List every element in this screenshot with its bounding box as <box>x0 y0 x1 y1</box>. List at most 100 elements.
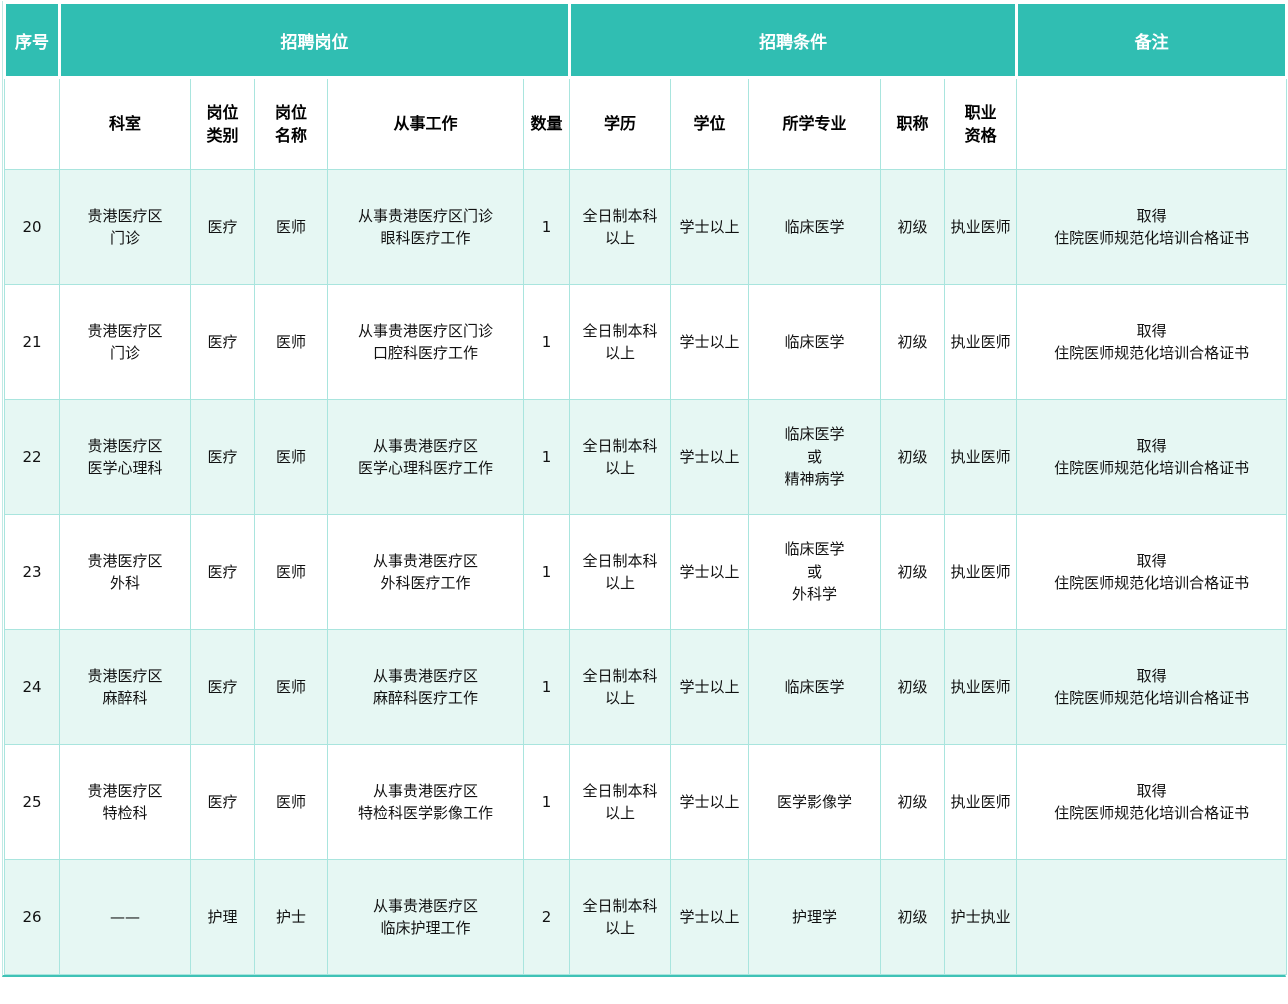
cell-no: 24 <box>5 630 60 745</box>
cell-category: 医疗 <box>191 400 255 515</box>
header-category: 岗位 类别 <box>191 78 255 170</box>
cell-work: 从事贵港医疗区 临床护理工作 <box>328 860 524 975</box>
cell-degree: 学士以上 <box>671 745 749 860</box>
header-qualification: 职业 资格 <box>945 78 1017 170</box>
page: 序号 招聘岗位 招聘条件 备注 科室 岗位 类别 岗位 名称 从事工作 数量 学… <box>0 0 1288 1004</box>
cell-major: 护理学 <box>749 860 881 975</box>
cell-degree: 学士以上 <box>671 400 749 515</box>
cell-title: 初级 <box>881 285 945 400</box>
header-count: 数量 <box>524 78 570 170</box>
cell-degree: 学士以上 <box>671 285 749 400</box>
cell-dept: 贵港医疗区 麻醉科 <box>60 630 191 745</box>
cell-major: 临床医学 <box>749 170 881 285</box>
cell-remark <box>1017 860 1287 975</box>
cell-dept: —— <box>60 860 191 975</box>
cell-no: 23 <box>5 515 60 630</box>
cell-post-name: 医师 <box>255 515 328 630</box>
cell-education: 全日制本科 以上 <box>570 860 671 975</box>
cell-category: 医疗 <box>191 630 255 745</box>
header-group-row: 序号 招聘岗位 招聘条件 备注 <box>5 3 1287 78</box>
cell-post-name: 医师 <box>255 170 328 285</box>
cell-post-name: 医师 <box>255 285 328 400</box>
cell-count: 2 <box>524 860 570 975</box>
cell-title: 初级 <box>881 400 945 515</box>
cell-major: 临床医学 或 外科学 <box>749 515 881 630</box>
cell-degree: 学士以上 <box>671 515 749 630</box>
cell-education: 全日制本科 以上 <box>570 400 671 515</box>
header-education: 学历 <box>570 78 671 170</box>
table-row: 20 贵港医疗区 门诊 医疗 医师 从事贵港医疗区门诊 眼科医疗工作 1 全日制… <box>5 170 1287 285</box>
header-degree: 学位 <box>671 78 749 170</box>
cell-count: 1 <box>524 400 570 515</box>
cell-category: 医疗 <box>191 170 255 285</box>
cell-education: 全日制本科 以上 <box>570 285 671 400</box>
cell-education: 全日制本科 以上 <box>570 170 671 285</box>
table-body: 20 贵港医疗区 门诊 医疗 医师 从事贵港医疗区门诊 眼科医疗工作 1 全日制… <box>5 170 1287 975</box>
cell-no: 21 <box>5 285 60 400</box>
cell-work: 从事贵港医疗区 医学心理科医疗工作 <box>328 400 524 515</box>
cell-count: 1 <box>524 515 570 630</box>
cell-title: 初级 <box>881 860 945 975</box>
header-remark: 备注 <box>1017 3 1287 78</box>
cell-qualification: 执业医师 <box>945 745 1017 860</box>
cell-qualification: 护士执业 <box>945 860 1017 975</box>
header-dept: 科室 <box>60 78 191 170</box>
header-seq: 序号 <box>5 3 60 78</box>
header-recruit-condition-group: 招聘条件 <box>570 3 1017 78</box>
cell-remark: 取得 住院医师规范化培训合格证书 <box>1017 630 1287 745</box>
header-seq-spacer <box>5 78 60 170</box>
cell-work: 从事贵港医疗区门诊 口腔科医疗工作 <box>328 285 524 400</box>
cell-remark: 取得 住院医师规范化培训合格证书 <box>1017 285 1287 400</box>
cell-category: 医疗 <box>191 515 255 630</box>
recruitment-table-container: 序号 招聘岗位 招聘条件 备注 科室 岗位 类别 岗位 名称 从事工作 数量 学… <box>2 1 1286 977</box>
table-row: 22 贵港医疗区 医学心理科 医疗 医师 从事贵港医疗区 医学心理科医疗工作 1… <box>5 400 1287 515</box>
cell-work: 从事贵港医疗区 外科医疗工作 <box>328 515 524 630</box>
cell-remark: 取得 住院医师规范化培训合格证书 <box>1017 170 1287 285</box>
cell-post-name: 医师 <box>255 745 328 860</box>
header-title: 职称 <box>881 78 945 170</box>
cell-post-name: 医师 <box>255 400 328 515</box>
cell-degree: 学士以上 <box>671 860 749 975</box>
cell-degree: 学士以上 <box>671 630 749 745</box>
table-row: 26 —— 护理 护士 从事贵港医疗区 临床护理工作 2 全日制本科 以上 学士… <box>5 860 1287 975</box>
table-row: 23 贵港医疗区 外科 医疗 医师 从事贵港医疗区 外科医疗工作 1 全日制本科… <box>5 515 1287 630</box>
cell-count: 1 <box>524 170 570 285</box>
header-work: 从事工作 <box>328 78 524 170</box>
table-header: 序号 招聘岗位 招聘条件 备注 科室 岗位 类别 岗位 名称 从事工作 数量 学… <box>5 3 1287 170</box>
header-recruit-post-group: 招聘岗位 <box>60 3 570 78</box>
cell-qualification: 执业医师 <box>945 630 1017 745</box>
cell-degree: 学士以上 <box>671 170 749 285</box>
cell-dept: 贵港医疗区 特检科 <box>60 745 191 860</box>
cell-remark: 取得 住院医师规范化培训合格证书 <box>1017 515 1287 630</box>
cell-qualification: 执业医师 <box>945 515 1017 630</box>
cell-dept: 贵港医疗区 医学心理科 <box>60 400 191 515</box>
cell-count: 1 <box>524 630 570 745</box>
cell-major: 临床医学 <box>749 285 881 400</box>
cell-qualification: 执业医师 <box>945 170 1017 285</box>
cell-title: 初级 <box>881 745 945 860</box>
header-major: 所学专业 <box>749 78 881 170</box>
cell-qualification: 执业医师 <box>945 285 1017 400</box>
cell-major: 医学影像学 <box>749 745 881 860</box>
header-post-name: 岗位 名称 <box>255 78 328 170</box>
table-row: 24 贵港医疗区 麻醉科 医疗 医师 从事贵港医疗区 麻醉科医疗工作 1 全日制… <box>5 630 1287 745</box>
cell-post-name: 护士 <box>255 860 328 975</box>
recruitment-table: 序号 招聘岗位 招聘条件 备注 科室 岗位 类别 岗位 名称 从事工作 数量 学… <box>3 1 1288 975</box>
cell-no: 22 <box>5 400 60 515</box>
header-sub-row: 科室 岗位 类别 岗位 名称 从事工作 数量 学历 学位 所学专业 职称 职业 … <box>5 78 1287 170</box>
table-row: 25 贵港医疗区 特检科 医疗 医师 从事贵港医疗区 特检科医学影像工作 1 全… <box>5 745 1287 860</box>
cell-dept: 贵港医疗区 门诊 <box>60 170 191 285</box>
cell-title: 初级 <box>881 515 945 630</box>
table-row: 21 贵港医疗区 门诊 医疗 医师 从事贵港医疗区门诊 口腔科医疗工作 1 全日… <box>5 285 1287 400</box>
cell-work: 从事贵港医疗区 麻醉科医疗工作 <box>328 630 524 745</box>
cell-post-name: 医师 <box>255 630 328 745</box>
cell-education: 全日制本科 以上 <box>570 515 671 630</box>
cell-qualification: 执业医师 <box>945 400 1017 515</box>
cell-title: 初级 <box>881 170 945 285</box>
cell-work: 从事贵港医疗区 特检科医学影像工作 <box>328 745 524 860</box>
cell-no: 20 <box>5 170 60 285</box>
cell-remark: 取得 住院医师规范化培训合格证书 <box>1017 400 1287 515</box>
cell-major: 临床医学 <box>749 630 881 745</box>
cell-education: 全日制本科 以上 <box>570 630 671 745</box>
cell-major: 临床医学 或 精神病学 <box>749 400 881 515</box>
